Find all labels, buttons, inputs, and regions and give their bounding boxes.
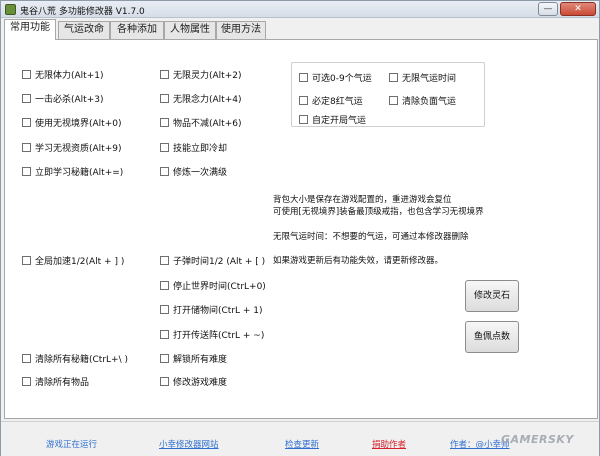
window-title: 鬼谷八荒 多功能修改器 V1.7.0 <box>20 7 145 17</box>
unlock-difficulty-checkbox[interactable]: 解锁所有难度 <box>160 352 227 365</box>
tab-bar: 常用功能 气运改命 各种添加 人物属性 使用方法 <box>4 19 598 40</box>
checkbox-label: 清除所有物品 <box>35 378 90 388</box>
watermark-logo: GAMERSKY <box>501 433 574 446</box>
checkbox-label: 一击必杀(Alt+3) <box>35 95 104 105</box>
checkbox-label: 打开储物间(CtrL + 1) <box>173 306 263 316</box>
global-speed-checkbox[interactable]: 全局加速1/2(Alt + ] ) <box>22 254 124 267</box>
checkbox-label: 立即学习秘籍(Alt+=) <box>35 168 124 178</box>
skill-instant-cooldown-checkbox[interactable]: 技能立即冷却 <box>160 141 227 154</box>
cultivate-max-checkbox[interactable]: 修炼一次满级 <box>160 165 227 178</box>
title-bar[interactable]: 鬼谷八荒 多功能修改器 V1.7.0 — ✕ <box>1 1 599 18</box>
checkbox-label: 子弹时间1/2 (Alt + [ ) <box>173 257 266 267</box>
tab-common[interactable]: 常用功能 <box>4 19 56 40</box>
eight-red-luck-checkbox[interactable]: 必定8红气运 <box>299 94 363 107</box>
clear-all-items-checkbox[interactable]: 清除所有物品 <box>22 375 89 388</box>
tab-usage[interactable]: 使用方法 <box>216 21 266 39</box>
checkbox-label: 物品不减(Alt+6) <box>173 119 242 129</box>
checkbox-label: 修炼一次满级 <box>173 168 228 178</box>
checkbox-label: 使用无视境界(Alt+0) <box>35 119 122 129</box>
modify-difficulty-checkbox[interactable]: 修改游戏难度 <box>160 375 227 388</box>
infinite-spirit-checkbox[interactable]: 无限灵力(Alt+2) <box>160 68 241 81</box>
items-no-decrease-checkbox[interactable]: 物品不减(Alt+6) <box>160 116 241 129</box>
tab-attributes[interactable]: 人物属性 <box>164 21 216 39</box>
donate-link[interactable]: 捐助作者 <box>372 438 406 450</box>
one-hit-kill-checkbox[interactable]: 一击必杀(Alt+3) <box>22 92 103 105</box>
stop-world-time-checkbox[interactable]: 停止世界时间(CtrL+0) <box>160 279 266 292</box>
minimize-button[interactable]: — <box>538 2 558 16</box>
clear-negative-luck-checkbox[interactable]: 清除负面气运 <box>389 94 456 107</box>
checkbox-label: 技能立即冷却 <box>173 144 228 154</box>
note-luck-time: 无限气运时间：不想要的气运，可通过本修改器删除 <box>273 232 469 242</box>
note-update: 如果游戏更新后有功能失效，请更新修改器。 <box>273 256 444 266</box>
website-link[interactable]: 小幸修改器网站 <box>159 438 219 450</box>
infinite-mind-checkbox[interactable]: 无限念力(Alt+4) <box>160 92 241 105</box>
note-ignore-realm: 可使用[无视境界]装备最顶级戒指，也包含学习无视境界 <box>273 207 484 217</box>
infinite-luck-time-checkbox[interactable]: 无限气运时间 <box>389 71 456 84</box>
checkbox-label: 无限气运时间 <box>402 74 457 84</box>
checkbox-label: 无限灵力(Alt+2) <box>173 71 242 81</box>
instant-learn-checkbox[interactable]: 立即学习秘籍(Alt+=) <box>22 165 123 178</box>
checkbox-label: 学习无视资质(Alt+9) <box>35 144 122 154</box>
checkbox-label: 清除所有秘籍(CtrL+\ ) <box>35 355 128 365</box>
modify-points-button[interactable]: 鱼佩点数 <box>465 321 519 353</box>
checkbox-label: 自定开局气运 <box>312 116 367 126</box>
select-luck-count-checkbox[interactable]: 可选0-9个气运 <box>299 71 372 84</box>
checkbox-label: 必定8红气运 <box>312 97 363 107</box>
checkbox-label: 修改游戏难度 <box>173 378 228 388</box>
ignore-realm-checkbox[interactable]: 使用无视境界(Alt+0) <box>22 116 121 129</box>
bullet-time-checkbox[interactable]: 子弹时间1/2 (Alt + [ ) <box>160 254 265 267</box>
app-icon <box>5 4 16 15</box>
infinite-stamina-checkbox[interactable]: 无限体力(Alt+1) <box>22 68 103 81</box>
tab-add[interactable]: 各种添加 <box>110 21 164 39</box>
check-update-link[interactable]: 检查更新 <box>285 438 319 450</box>
checkbox-label: 清除负面气运 <box>402 97 457 107</box>
checkbox-label: 解锁所有难度 <box>173 355 228 365</box>
checkbox-label: 可选0-9个气运 <box>312 74 372 84</box>
custom-start-luck-checkbox[interactable]: 自定开局气运 <box>299 113 366 126</box>
modify-stone-button[interactable]: 修改灵石 <box>465 280 519 312</box>
close-button[interactable]: ✕ <box>560 2 596 16</box>
checkbox-label: 无限念力(Alt+4) <box>173 95 242 105</box>
ignore-aptitude-checkbox[interactable]: 学习无视资质(Alt+9) <box>22 141 121 154</box>
clear-all-manuals-checkbox[interactable]: 清除所有秘籍(CtrL+\ ) <box>22 352 128 365</box>
checkbox-label: 无限体力(Alt+1) <box>35 71 104 81</box>
note-bag-size: 背包大小是保存在游戏配置的，重进游戏会复位 <box>273 195 452 205</box>
game-status-text: 游戏正在运行 <box>46 440 98 450</box>
open-storage-checkbox[interactable]: 打开储物间(CtrL + 1) <box>160 303 263 316</box>
checkbox-label: 全局加速1/2(Alt + ] ) <box>35 257 125 267</box>
open-teleport-checkbox[interactable]: 打开传送阵(CtrL + ~) <box>160 328 264 341</box>
checkbox-label: 停止世界时间(CtrL+0) <box>173 282 266 292</box>
tab-luck[interactable]: 气运改命 <box>58 21 110 39</box>
checkbox-label: 打开传送阵(CtrL + ~) <box>173 331 265 341</box>
main-window: 鬼谷八荒 多功能修改器 V1.7.0 — ✕ 常用功能 气运改命 各种添加 人物… <box>0 0 600 456</box>
